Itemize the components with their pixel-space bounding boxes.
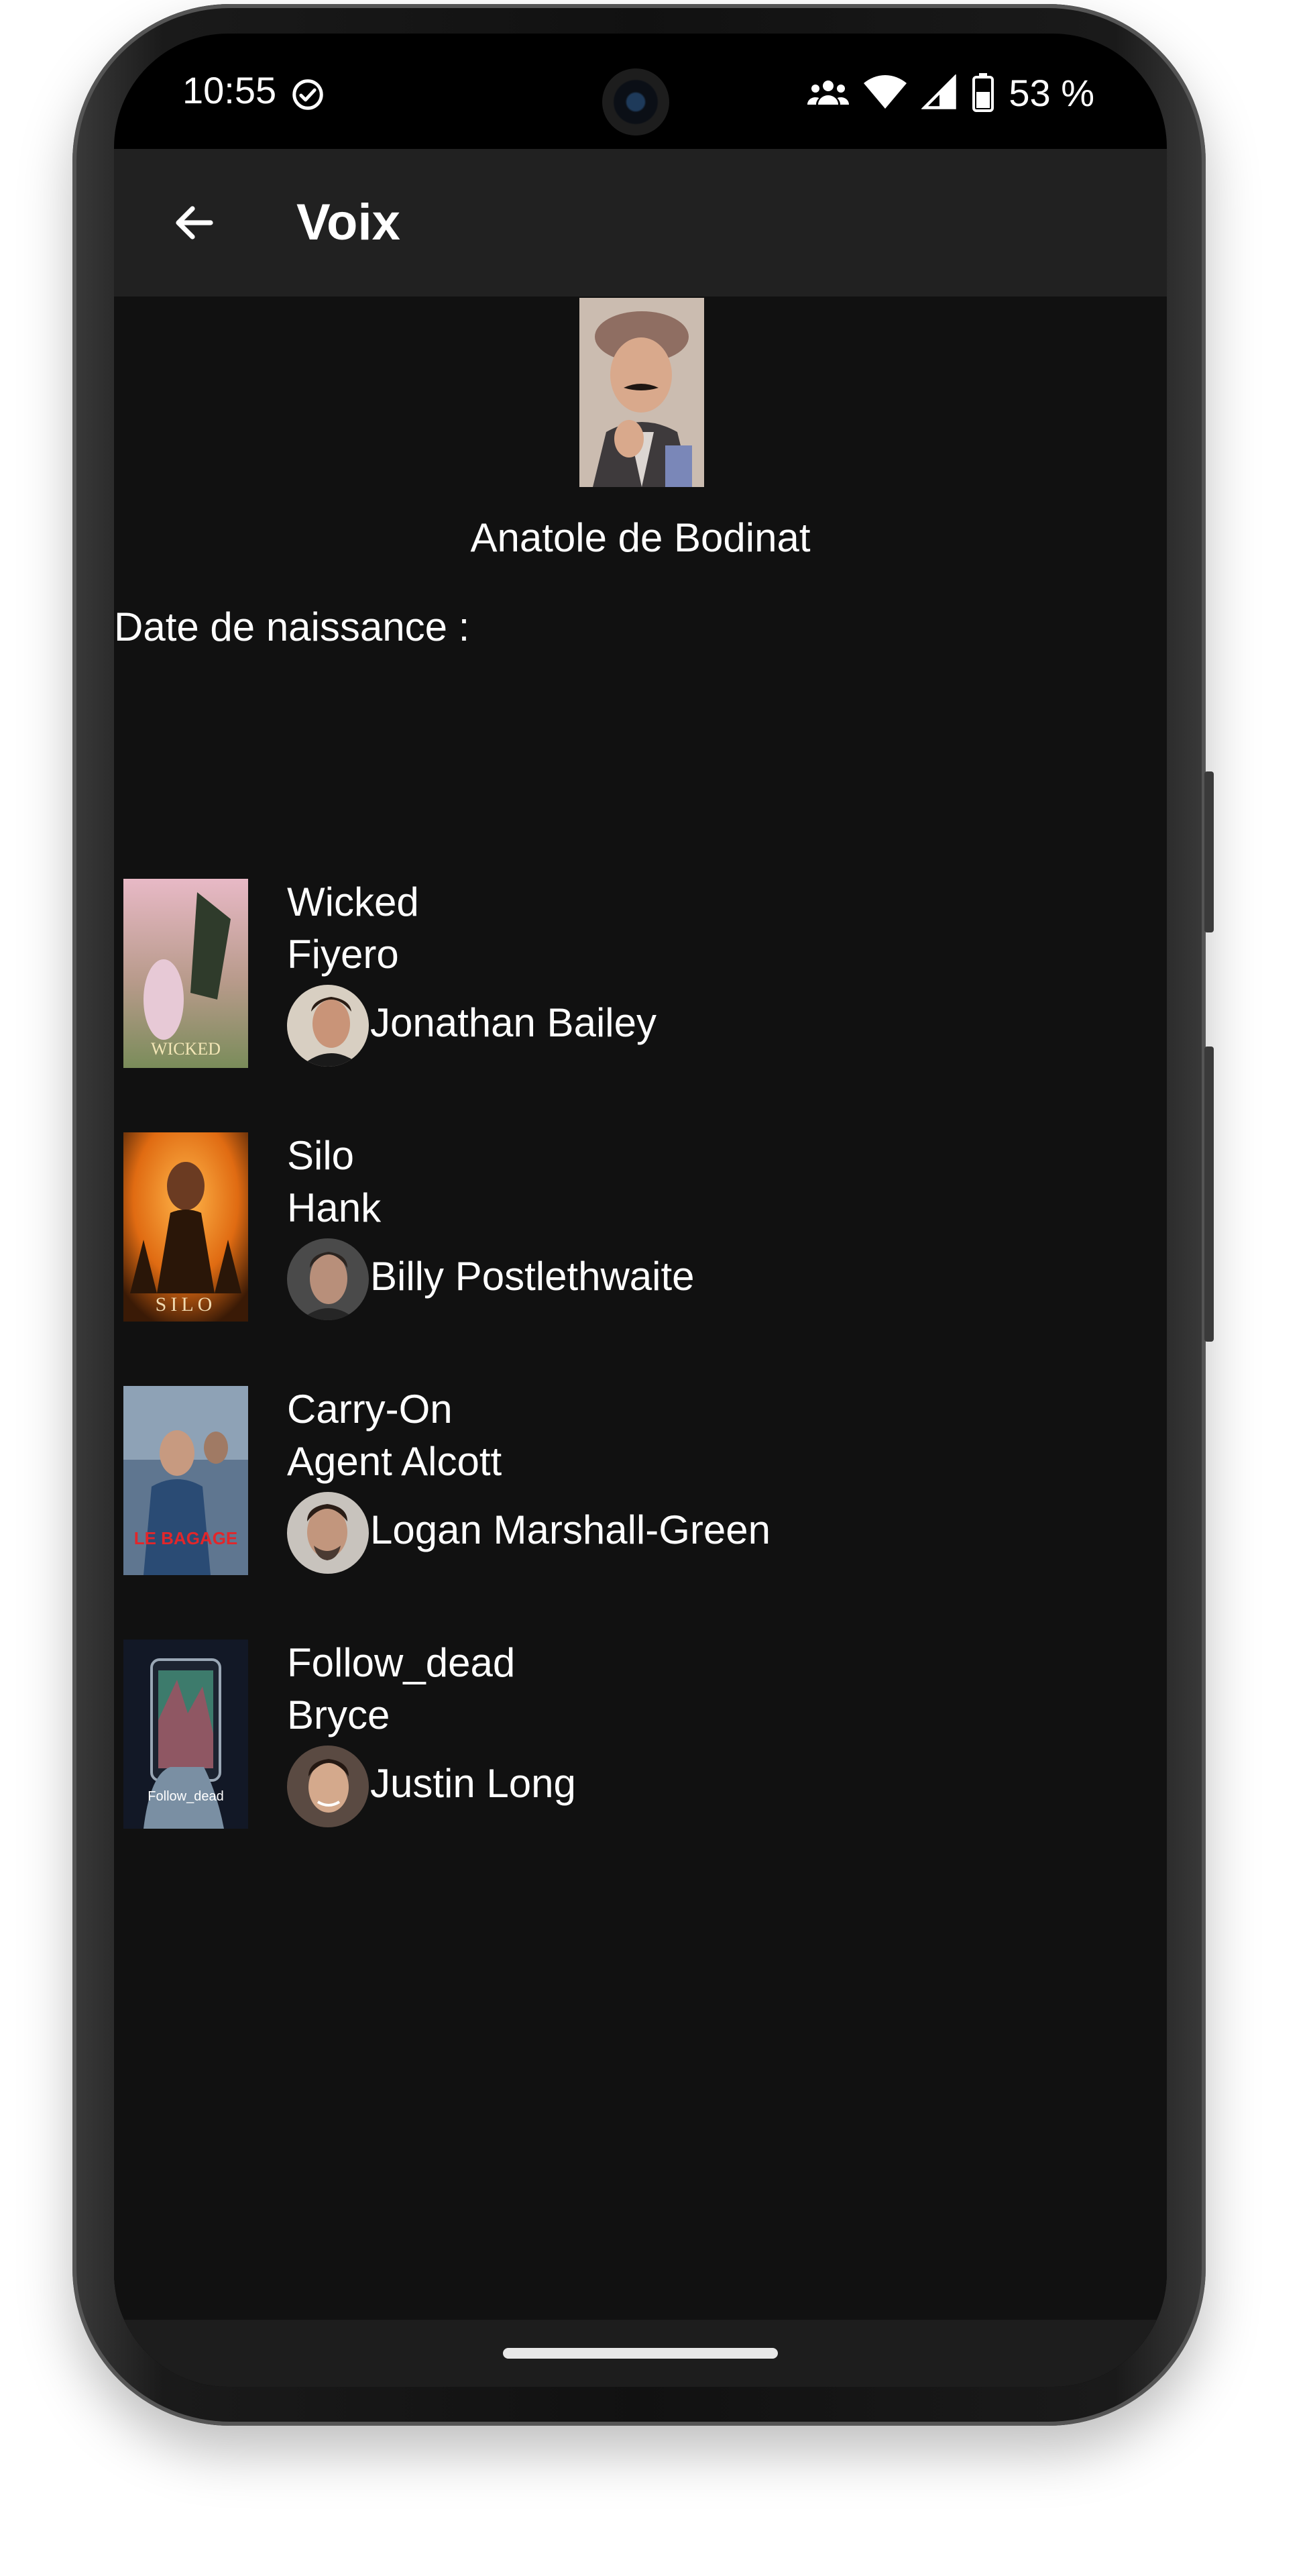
front-camera (602, 68, 669, 136)
credit-item[interactable]: SILO Silo Hank Billy Postlethwaite (114, 1132, 1167, 1327)
poster-title: LE BAGAGE (134, 1528, 238, 1548)
actor-detail: Anatole de Bodinat Date de naissance : W… (114, 297, 1167, 2320)
poster-title: SILO (156, 1293, 217, 1316)
poster-title: Follow_dead (148, 1789, 223, 1804)
actor-name: Anatole de Bodinat (470, 515, 811, 560)
credit-item[interactable]: LE BAGAGE Carry-On Agent Alcott Logan Ma… (114, 1386, 1167, 1580)
screen: 10:55 53 % Voix Anatole de Bodinat Date … (114, 34, 1167, 2387)
actor-avatar (287, 1492, 369, 1574)
credit-title: Follow_dead (287, 1640, 516, 1685)
status-time: 10:55 (182, 69, 277, 111)
app-bar: Voix (114, 149, 1167, 297)
poster-image: LE BAGAGE (123, 1386, 248, 1575)
people-icon (807, 80, 850, 105)
back-button[interactable] (154, 182, 235, 263)
credit-item[interactable]: Follow_dead Follow_dead Bryce Justin Lon… (114, 1640, 1167, 1834)
credit-title: Carry-On (287, 1387, 453, 1432)
actor-avatar (287, 1746, 369, 1827)
poster-image: Follow_dead (123, 1640, 248, 1829)
credit-role: Bryce (287, 1693, 390, 1737)
credit-title: Silo (287, 1133, 355, 1178)
birth-date-label: Date de naissance : (114, 604, 470, 649)
power-button (1204, 1046, 1214, 1342)
navigation-bar (114, 2320, 1167, 2387)
actor-avatar (287, 1238, 369, 1320)
voice-actor-name: Logan Marshall-Green (370, 1507, 770, 1552)
poster-image: WICKED (123, 879, 248, 1068)
credit-title: Wicked (287, 879, 419, 924)
status-icons: 53 % (807, 71, 1094, 114)
check-circle-icon (292, 79, 323, 110)
poster-title: WICKED (151, 1039, 221, 1059)
credit-role: Agent Alcott (287, 1439, 502, 1484)
battery-percent: 53 % (1009, 71, 1094, 114)
voice-actor-name: Jonathan Bailey (370, 1000, 656, 1045)
signal-icon (921, 74, 957, 109)
voice-actor-name: Justin Long (370, 1761, 576, 1806)
actor-avatar (287, 985, 369, 1067)
wifi-icon (864, 75, 907, 109)
credit-role: Fiyero (287, 932, 399, 977)
battery-icon (972, 73, 994, 112)
arrow-left-icon (176, 206, 213, 239)
volume-button (1204, 771, 1214, 932)
status-bar: 10:55 53 % (114, 34, 1167, 149)
credit-item[interactable]: WICKED Wicked Fiyero Jonathan Bailey (114, 879, 1167, 1073)
profile-photo (579, 298, 704, 487)
credit-role: Hank (287, 1185, 382, 1230)
voice-actor-name: Billy Postlethwaite (370, 1254, 695, 1299)
home-indicator[interactable] (503, 2348, 778, 2359)
poster-image: SILO (123, 1132, 248, 1322)
page-title: Voix (296, 194, 400, 251)
